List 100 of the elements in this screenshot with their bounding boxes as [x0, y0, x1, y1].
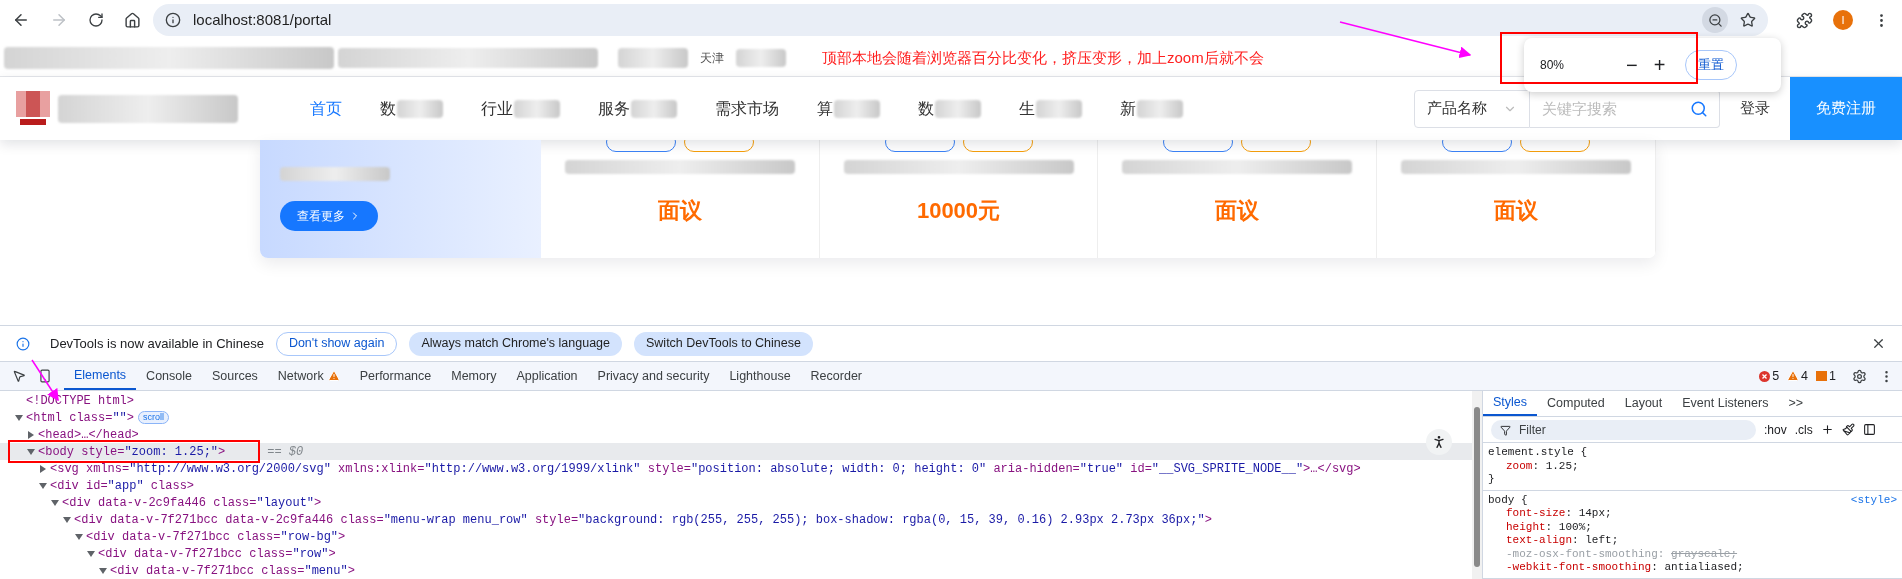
banner-button[interactable]: Switch DevTools to Chinese	[634, 331, 813, 356]
dom-node-row[interactable]: <head>…</head>	[0, 426, 1472, 443]
search-icon[interactable]	[1690, 99, 1708, 118]
dom-node-text: <div id="app" class>	[50, 478, 195, 493]
site-info-icon[interactable]	[165, 12, 181, 28]
device-toolbar-icon[interactable]	[38, 369, 52, 383]
sidebar-tab[interactable]: Layout	[1614, 391, 1673, 416]
hov-button[interactable]: :hov	[1764, 420, 1787, 439]
dom-node-row[interactable]: <div data-v-7f271bcc class="row">	[0, 545, 1472, 562]
address-bar[interactable]: localhost:8081/portal	[153, 4, 1768, 36]
sidebar-tab[interactable]: Event Listeners	[1672, 391, 1779, 416]
devtools-tab[interactable]: Recorder	[800, 362, 872, 390]
devtools-tab[interactable]: Performance	[349, 362, 442, 390]
nav-link[interactable]: 服务	[598, 96, 630, 121]
category-select[interactable]: 产品名称	[1414, 89, 1530, 128]
scroll-badge[interactable]: scroll	[138, 411, 170, 424]
reload-icon[interactable]	[88, 12, 104, 28]
devtools-tab[interactable]: Sources	[202, 362, 268, 390]
devtools-tab[interactable]: Application	[506, 362, 588, 390]
css-declaration: text-align: left;	[1505, 534, 1620, 548]
nav-link[interactable]: 算	[817, 96, 833, 121]
info-count[interactable]: 1	[1829, 366, 1836, 386]
warning-count[interactable]: 4	[1801, 366, 1809, 386]
banner-button[interactable]: Don't show again	[275, 331, 398, 356]
dom-node-text: <body style="zoom: 1.25;">	[38, 444, 226, 459]
scrollbar[interactable]	[1472, 391, 1482, 579]
dom-node-row[interactable]: <body style="zoom: 1.25;"> == $0	[0, 443, 1472, 460]
nav-link[interactable]: 需求市场	[715, 96, 779, 121]
expanded-triangle-icon[interactable]	[38, 480, 48, 491]
css-selector: element.style {	[1488, 446, 1588, 460]
dom-node-row[interactable]: <div data-v-7f271bcc class="menu">	[0, 562, 1472, 579]
dom-node-row[interactable]: <div data-v-2c9fa446 class="layout">	[0, 494, 1472, 511]
collapsed-triangle-icon[interactable]	[26, 429, 36, 440]
logo-icon	[16, 90, 50, 127]
zoom-in-button[interactable]: +	[1653, 55, 1666, 75]
nav-link[interactable]: 数	[380, 96, 396, 121]
nav-link[interactable]: 生	[1019, 96, 1035, 121]
sidebar-tab[interactable]: Computed	[1537, 391, 1615, 416]
dom-node-row[interactable]: <div data-v-7f271bcc data-v-2c9fa446 class="menu-wrap menu_row" style="background: rgb(255, 255, 255); box-shadow: rgba(0, 15, 39, 0.16) 2.93px 2.73px 36px;">	[0, 511, 1472, 528]
error-icon[interactable]	[1759, 370, 1771, 382]
nav-link[interactable]: 数	[918, 96, 934, 121]
source-link[interactable]: <style>	[1850, 493, 1897, 507]
dom-node-row[interactable]: <svg xmlns="http://www.w3.org/2000/svg" xmlns:xlink="http://www.w3.org/1999/xlink" style="position: absolute; width: 0; height: 0" aria-hidden="true" id="__SVG_SPRITE_NODE__">…</svg>	[0, 460, 1472, 477]
css-selector: body {	[1488, 493, 1528, 507]
cls-button[interactable]: .cls	[1794, 420, 1813, 439]
dom-node-row[interactable]: <div data-v-7f271bcc class="row-bg">	[0, 528, 1472, 545]
devtools-tab[interactable]: Console	[136, 362, 202, 390]
login-link[interactable]: 登录	[1740, 97, 1770, 120]
collapsed-triangle-icon[interactable]	[38, 463, 48, 474]
back-icon[interactable]	[12, 11, 30, 29]
blurred-block	[736, 49, 786, 67]
extensions-icon[interactable]	[1796, 11, 1813, 29]
keyword-search-field[interactable]: 关键字搜索	[1530, 89, 1720, 128]
dom-node-row[interactable]: <html class=""> scroll	[0, 409, 1472, 426]
home-icon[interactable]	[124, 11, 141, 29]
expanded-triangle-icon[interactable]	[26, 446, 36, 457]
inspect-icon[interactable]	[12, 369, 26, 383]
price-text: 10000元	[916, 197, 1001, 225]
url-text: localhost:8081/portal	[193, 9, 332, 30]
expanded-triangle-icon[interactable]	[86, 548, 96, 559]
see-more-button[interactable]: 查看更多	[280, 201, 378, 231]
banner-button[interactable]: Always match Chrome's language	[409, 331, 622, 356]
add-rule-icon[interactable]	[1820, 423, 1834, 436]
accessibility-icon[interactable]	[1426, 429, 1452, 455]
price-text: 面议	[657, 197, 702, 225]
css-declaration: height: 100%;	[1505, 520, 1593, 534]
dom-node-text: <html class="">	[26, 410, 135, 425]
nav-link[interactable]: 新	[1120, 96, 1136, 121]
close-icon[interactable]	[1871, 336, 1886, 351]
bookmark-item[interactable]: 天津	[700, 49, 724, 67]
expanded-triangle-icon[interactable]	[62, 514, 72, 525]
nav-link[interactable]: 行业	[481, 96, 513, 121]
dom-node-row[interactable]: <div id="app" class>	[0, 477, 1472, 494]
devtools-tab[interactable]: Privacy and security	[587, 362, 720, 390]
expanded-triangle-icon[interactable]	[74, 531, 84, 542]
settings-icon[interactable]	[1852, 368, 1867, 384]
warning-icon[interactable]	[1787, 370, 1800, 382]
zoom-out-icon[interactable]	[1702, 7, 1728, 33]
devtools-tab[interactable]: Lighthouse	[719, 362, 801, 390]
css-declaration: -moz-osx-font-smoothing: grayscale;	[1505, 547, 1739, 561]
devtools-tab[interactable]: Memory	[441, 362, 507, 390]
sidebar-toggle-icon[interactable]	[1862, 423, 1876, 436]
nav-link[interactable]: 首页	[310, 96, 342, 121]
price-text: 面议	[1494, 197, 1539, 225]
bookmark-star-icon[interactable]	[1740, 12, 1756, 28]
paintbrush-icon[interactable]	[1841, 423, 1855, 436]
expanded-triangle-icon[interactable]	[14, 412, 24, 423]
expanded-triangle-icon[interactable]	[50, 497, 60, 508]
filter-field[interactable]: Filter	[1491, 419, 1756, 440]
message-icon[interactable]	[1816, 371, 1828, 381]
filter-icon	[1500, 424, 1511, 436]
zoom-out-button[interactable]: −	[1626, 55, 1638, 75]
devtools-tab[interactable]: Elements	[64, 362, 137, 390]
error-count[interactable]: 5	[1772, 366, 1780, 386]
sidebar-tab[interactable]: >>	[1778, 391, 1814, 416]
dom-node-text: <div data-v-7f271bcc class="row">	[98, 546, 336, 561]
devtools-tab[interactable]: Network	[267, 362, 350, 390]
selected-node-marker: == $0	[267, 444, 304, 459]
expanded-triangle-icon[interactable]	[98, 565, 108, 576]
sidebar-tab[interactable]: Styles	[1483, 391, 1538, 416]
